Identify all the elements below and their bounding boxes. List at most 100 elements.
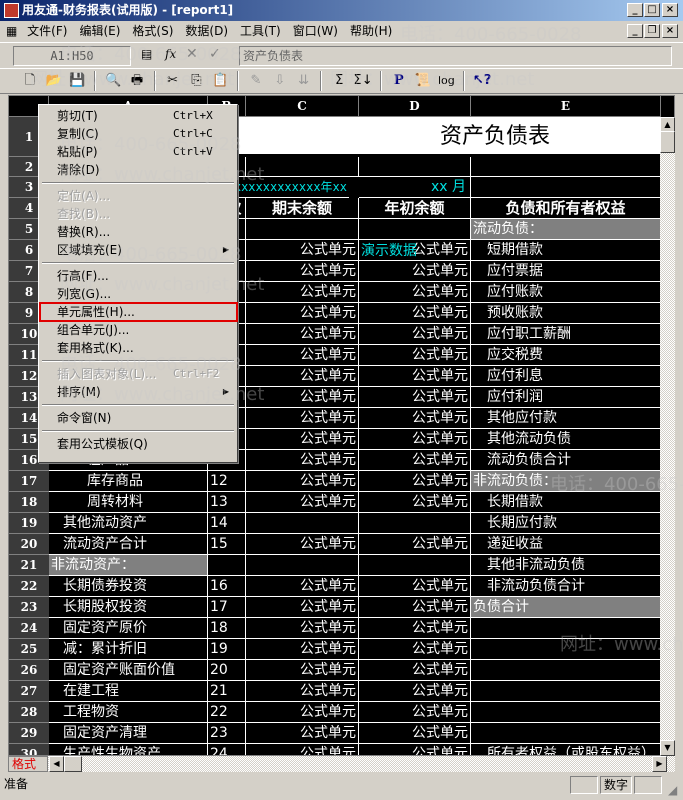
cell-D17[interactable]: 公式单元 bbox=[359, 471, 471, 492]
cell-C26[interactable]: 公式单元 bbox=[246, 660, 359, 681]
minimize-button[interactable]: _ bbox=[627, 3, 643, 17]
column-header-E[interactable]: E bbox=[471, 96, 661, 117]
cell-E5[interactable]: 流动负债： bbox=[471, 219, 661, 240]
cancel-icon[interactable]: ✕ bbox=[186, 46, 198, 62]
cell-C8[interactable]: 公式单元 bbox=[246, 282, 359, 303]
cell-D2[interactable] bbox=[359, 157, 471, 177]
cell-E24[interactable] bbox=[471, 618, 661, 639]
cell-A30[interactable]: 生产性生物资产 bbox=[49, 744, 208, 755]
cell-D4[interactable]: 年初余额 bbox=[359, 198, 471, 219]
cell-B17[interactable]: 12 bbox=[208, 471, 246, 492]
cell-D27[interactable]: 公式单元 bbox=[359, 681, 471, 702]
cell-D20[interactable]: 公式单元 bbox=[359, 534, 471, 555]
cell-E2[interactable] bbox=[471, 157, 661, 177]
cell-E4[interactable]: 负债和所有者权益 bbox=[471, 198, 661, 219]
cell-E21[interactable]: 其他非流动负债 bbox=[471, 555, 661, 576]
paste-icon[interactable]: 📋 bbox=[210, 71, 230, 91]
cell-C9[interactable]: 公式单元 bbox=[246, 303, 359, 324]
cell-E15[interactable]: 其他流动负债 bbox=[471, 429, 661, 450]
cell-E13[interactable]: 应付利润 bbox=[471, 387, 661, 408]
calculator-icon[interactable]: ▤ bbox=[141, 47, 152, 61]
cell-E28[interactable] bbox=[471, 702, 661, 723]
cell-A23[interactable]: 长期股权投资 bbox=[49, 597, 208, 618]
column-header-D[interactable]: D bbox=[359, 96, 471, 117]
cell-C16[interactable]: 公式单元 bbox=[246, 450, 359, 471]
cell-B22[interactable]: 16 bbox=[208, 576, 246, 597]
cell-C22[interactable]: 公式单元 bbox=[246, 576, 359, 597]
cell-C20[interactable]: 公式单元 bbox=[246, 534, 359, 555]
horizontal-scrollbar[interactable]: 格式 ◀ ▶ bbox=[8, 756, 675, 772]
cell-E20[interactable]: 递延收益 bbox=[471, 534, 661, 555]
row-header[interactable]: 23 bbox=[9, 597, 49, 618]
cell-D24[interactable]: 公式单元 bbox=[359, 618, 471, 639]
cell-E12[interactable]: 应付利息 bbox=[471, 366, 661, 387]
context-menu-item[interactable]: 剪切(T) Ctrl+X bbox=[39, 107, 235, 125]
context-menu-item[interactable]: 复制(C) Ctrl+C bbox=[39, 125, 235, 143]
cell-D22[interactable]: 公式单元 bbox=[359, 576, 471, 597]
log-icon[interactable]: log bbox=[436, 71, 456, 91]
new-file-icon[interactable]: 🗋 bbox=[20, 71, 40, 91]
cell-E27[interactable] bbox=[471, 681, 661, 702]
copy-icon[interactable]: ⎘ bbox=[186, 71, 206, 91]
cell-D26[interactable]: 公式单元 bbox=[359, 660, 471, 681]
help-pointer-icon[interactable]: ↖? bbox=[472, 71, 492, 91]
cell-A22[interactable]: 长期债券投资 bbox=[49, 576, 208, 597]
context-menu-item[interactable]: 区域填充(E) ▶ bbox=[39, 241, 235, 259]
cell-C25[interactable]: 公式单元 bbox=[246, 639, 359, 660]
cell-E16[interactable]: 流动负债合计 bbox=[471, 450, 661, 471]
cell-E25[interactable] bbox=[471, 639, 661, 660]
cell-B30[interactable]: 24 bbox=[208, 744, 246, 755]
menu-6[interactable]: 帮助(H) bbox=[350, 24, 392, 38]
open-folder-icon[interactable]: 📂 bbox=[44, 71, 64, 91]
scroll-down-button[interactable]: ▼ bbox=[660, 740, 675, 756]
cell-C10[interactable]: 公式单元 bbox=[246, 324, 359, 345]
close-button[interactable]: × bbox=[662, 3, 678, 17]
doc-close-button[interactable]: × bbox=[662, 24, 678, 38]
cell-E22[interactable]: 非流动负债合计 bbox=[471, 576, 661, 597]
column-header-C[interactable]: C bbox=[246, 96, 359, 117]
cell-D14[interactable]: 公式单元 bbox=[359, 408, 471, 429]
cell-C13[interactable]: 公式单元 bbox=[246, 387, 359, 408]
cell-A21[interactable]: 非流动资产： bbox=[49, 555, 208, 576]
row-header[interactable]: 25 bbox=[9, 639, 49, 660]
cell-E30[interactable]: 所有者权益（或股东权益） bbox=[471, 744, 661, 755]
cell-C29[interactable]: 公式单元 bbox=[246, 723, 359, 744]
context-menu-item[interactable]: 行高(F)... bbox=[39, 267, 235, 285]
cell-E18[interactable]: 长期借款 bbox=[471, 492, 661, 513]
cell-D15[interactable]: 公式单元 bbox=[359, 429, 471, 450]
row-header[interactable]: 28 bbox=[9, 702, 49, 723]
menu-4[interactable]: 工具(T) bbox=[240, 24, 281, 38]
cell-D16[interactable]: 公式单元 bbox=[359, 450, 471, 471]
menu-2[interactable]: 格式(S) bbox=[132, 24, 173, 38]
cell-E7[interactable]: 应付票据 bbox=[471, 261, 661, 282]
row-header[interactable]: 26 bbox=[9, 660, 49, 681]
cell-A29[interactable]: 固定资产清理 bbox=[49, 723, 208, 744]
format-painter-icon[interactable]: ✎ bbox=[246, 71, 266, 91]
cell-D8[interactable]: 公式单元 bbox=[359, 282, 471, 303]
cell-E9[interactable]: 预收账款 bbox=[471, 303, 661, 324]
row-header[interactable]: 19 bbox=[9, 513, 49, 534]
cell-B23[interactable]: 17 bbox=[208, 597, 246, 618]
document-icon[interactable]: ▦ bbox=[6, 24, 17, 38]
cell-D13[interactable]: 公式单元 bbox=[359, 387, 471, 408]
context-menu-item[interactable]: 替换(R)... bbox=[39, 223, 235, 241]
cell-C15[interactable]: 公式单元 bbox=[246, 429, 359, 450]
report-date-month[interactable]: xx 月 bbox=[359, 177, 471, 198]
context-menu-item[interactable]: 组合单元(J)... bbox=[39, 321, 235, 339]
cell-D25[interactable]: 公式单元 bbox=[359, 639, 471, 660]
cell-C19[interactable] bbox=[246, 513, 359, 534]
cell-C5[interactable] bbox=[246, 219, 359, 240]
print-icon[interactable]: 🖶 bbox=[127, 71, 147, 91]
cell-D19[interactable] bbox=[359, 513, 471, 534]
cell-C12[interactable]: 公式单元 bbox=[246, 366, 359, 387]
cell-B26[interactable]: 20 bbox=[208, 660, 246, 681]
cell-D5[interactable] bbox=[359, 219, 471, 240]
cell-C23[interactable]: 公式单元 bbox=[246, 597, 359, 618]
insert-row-icon[interactable]: ⇩ bbox=[270, 71, 290, 91]
row-header[interactable]: 21 bbox=[9, 555, 49, 576]
cell-D7[interactable]: 公式单元 bbox=[359, 261, 471, 282]
context-menu-item[interactable]: 套用格式(K)... bbox=[39, 339, 235, 357]
cell-D12[interactable]: 公式单元 bbox=[359, 366, 471, 387]
doc-minimize-button[interactable]: _ bbox=[627, 24, 643, 38]
hscroll-thumb[interactable] bbox=[64, 756, 82, 772]
